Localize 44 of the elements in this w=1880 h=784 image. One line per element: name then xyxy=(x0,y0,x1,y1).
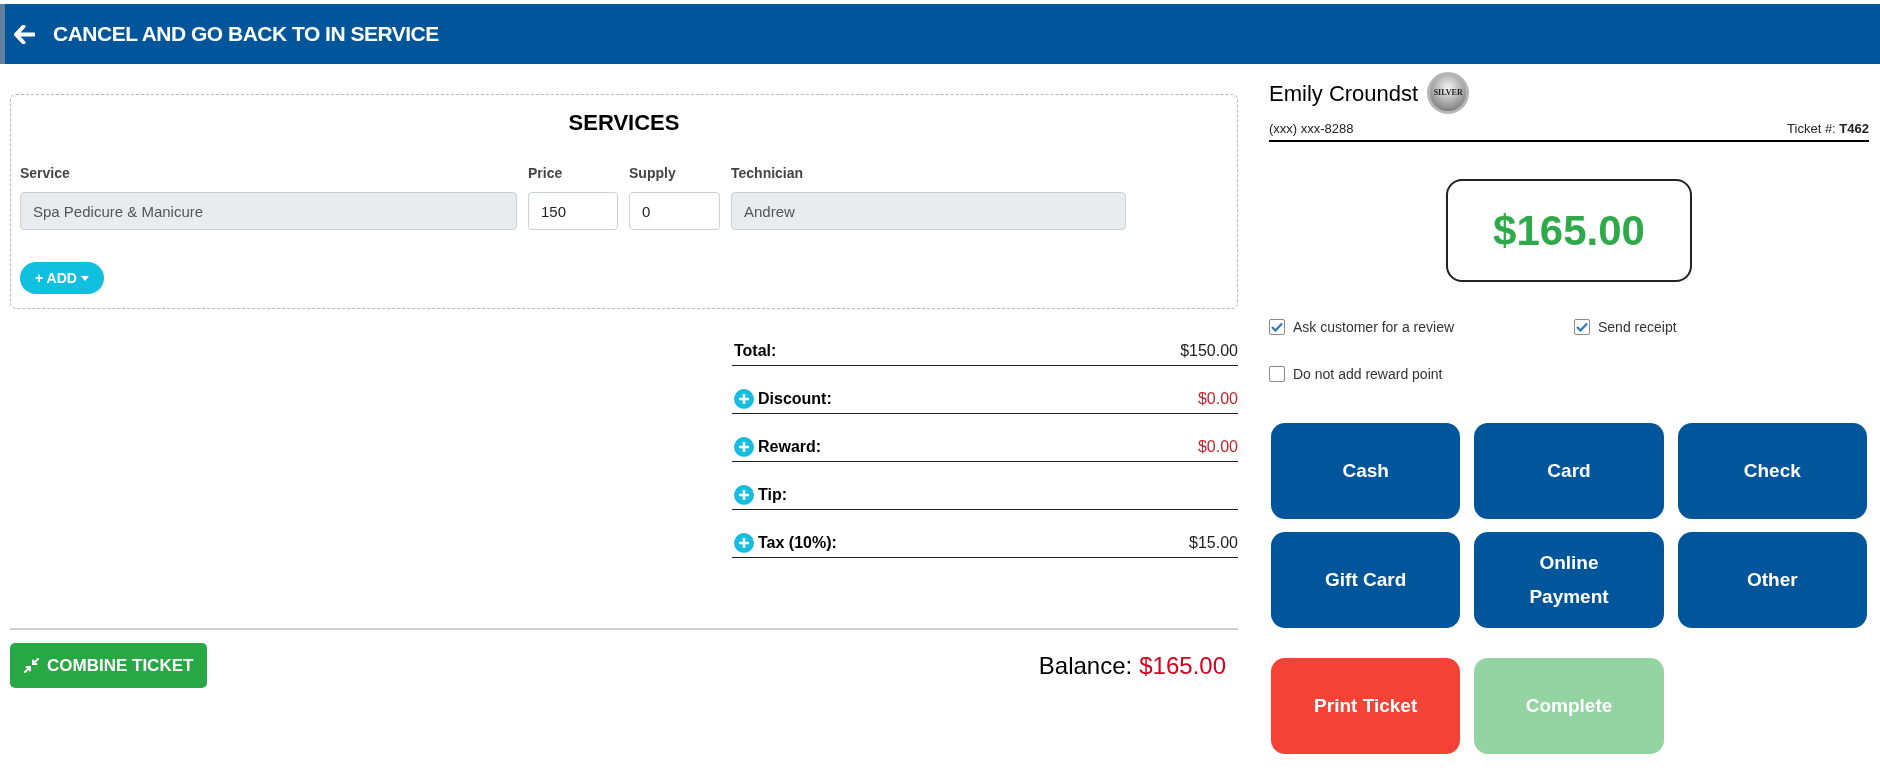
total-label: Tax (10%): xyxy=(758,533,837,553)
section-title: SERVICES xyxy=(567,109,681,137)
tier-badge: SILVER xyxy=(1427,72,1470,114)
total-value: $150.00 xyxy=(1180,341,1238,361)
checkbox[interactable] xyxy=(1574,319,1590,335)
total-label: Tip: xyxy=(758,485,788,505)
total-label: Total: xyxy=(734,341,777,361)
column-label: Technician xyxy=(731,164,804,183)
checkbox-label: Send receipt xyxy=(1598,317,1677,337)
checkbox-label: Do not add reward point xyxy=(1293,364,1443,384)
payment-button[interactable]: Other xyxy=(1677,532,1867,628)
plus-circle-icon[interactable] xyxy=(734,389,754,409)
print-ticket-button[interactable]: Print Ticket xyxy=(1271,658,1461,754)
column-label: Price xyxy=(528,164,563,183)
ticket-number: Ticket #: T462 xyxy=(1787,120,1869,138)
plus-circle-icon[interactable] xyxy=(734,437,754,457)
arrows-inward-icon xyxy=(24,658,39,673)
column-label: Supply xyxy=(629,164,676,183)
payment-button[interactable]: Cash xyxy=(1271,423,1461,519)
arrow-left-icon xyxy=(14,24,35,44)
total-value: $15.00 xyxy=(1189,533,1238,553)
payment-button[interactable]: Online Payment xyxy=(1474,532,1664,628)
plus-circle-icon[interactable] xyxy=(734,533,754,553)
checkbox-label: Ask customer for a review xyxy=(1293,317,1455,337)
supply-field[interactable]: 0 xyxy=(629,192,720,230)
total-label: Reward: xyxy=(758,437,822,457)
payment-button[interactable]: Card xyxy=(1474,423,1664,519)
checkbox[interactable] xyxy=(1269,366,1285,382)
total-label: Discount: xyxy=(758,389,832,409)
back-button[interactable]: CANCEL AND GO BACK TO IN SERVICE xyxy=(14,18,439,50)
payment-button[interactable]: Gift Card xyxy=(1271,532,1461,628)
balance-label: Balance: xyxy=(1038,650,1133,681)
column-label: Service xyxy=(20,164,70,183)
balance-value: $165.00 xyxy=(1139,650,1226,681)
total-value: $0.00 xyxy=(1197,437,1238,457)
customer-phone: (xxx) xxx-8288 xyxy=(1269,120,1354,138)
price-field[interactable]: 150 xyxy=(528,192,618,230)
caret-icon xyxy=(80,275,89,281)
checkbox[interactable] xyxy=(1269,319,1285,335)
payment-button[interactable]: Check xyxy=(1677,423,1867,519)
total-value: $0.00 xyxy=(1197,389,1238,409)
customer-name: Emily Croundst xyxy=(1269,79,1419,108)
amount-due: $165.00 xyxy=(1446,179,1692,282)
plus-circle-icon[interactable] xyxy=(734,485,754,505)
